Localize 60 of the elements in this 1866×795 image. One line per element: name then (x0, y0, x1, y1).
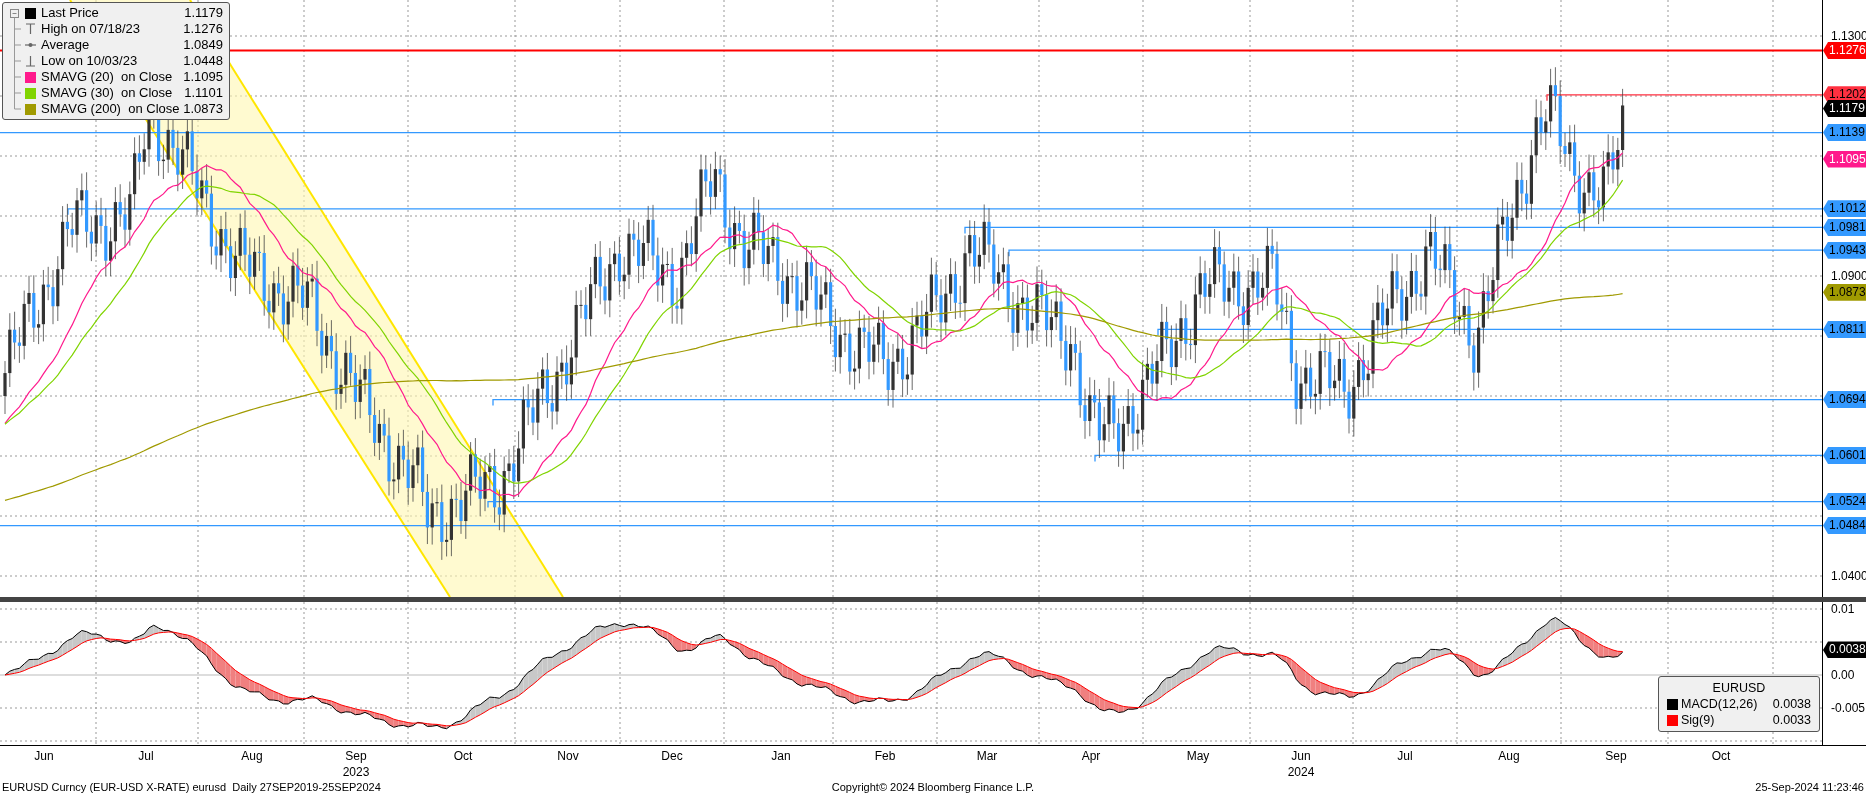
axis-month-label: Aug (241, 749, 263, 763)
axis-month-label: Sep (345, 749, 367, 763)
legend-value: 1.1276 (183, 21, 223, 37)
axis-month-label: Jul (138, 749, 154, 763)
axis-month-label: Sep (1605, 749, 1627, 763)
price-tag: 1.0873 (1823, 283, 1866, 301)
axis-month-label: Dec (661, 749, 683, 763)
security-description: EURUSD Curncy (EUR-USD X-RATE) eurusd Daily 27SEP2019-25SEP2024 (2, 779, 382, 794)
legend-label: Sig(9) (1681, 712, 1715, 728)
legend-label: Average (41, 37, 90, 53)
axis-year-label: 2024 (1287, 765, 1315, 779)
price-tag: 1.1139 (1823, 124, 1866, 142)
axis-month-label: Oct (1711, 749, 1731, 763)
legend-label: SMAVG (20) on Close (41, 69, 173, 85)
price-tag: 1.0981 (1823, 218, 1866, 236)
axis-year-label: 2023 (342, 765, 370, 779)
legend-label: MACD(12,26) (1681, 696, 1758, 712)
timestamp: 25-Sep-2024 11:23:46 (1754, 779, 1864, 794)
legend-label: SMAVG (30) on Close (41, 85, 173, 101)
legend-value: 0.0033 (1772, 712, 1811, 728)
legend-value: 1.0448 (183, 53, 223, 69)
price-tag: 1.0943 (1823, 241, 1866, 259)
legend-value: 1.1095 (183, 69, 223, 85)
legend-label: Last Price (41, 5, 99, 21)
axis-month-label: Aug (1498, 749, 1520, 763)
low-marker-icon (25, 55, 36, 67)
legend-value: 0.0038 (1772, 696, 1811, 712)
axis-tick-label: -0.005 (1831, 701, 1866, 715)
axis-month-label: Oct (453, 749, 473, 763)
price-tag: 0.0038 (1823, 641, 1866, 659)
price-tag: 1.1012 (1823, 200, 1866, 218)
legend-value: 1.1179 (184, 5, 223, 21)
axis-month-label: Apr (1081, 749, 1101, 763)
axis-month-label: Mar (976, 749, 998, 763)
high-marker-icon (25, 23, 36, 35)
axis-month-label: Nov (557, 749, 579, 763)
price-tag: 1.1095 (1823, 150, 1866, 168)
copyright-notice: Copyright© 2024 Bloomberg Finance L.P. (831, 779, 1035, 794)
price-tag: 1.0694 (1823, 391, 1866, 409)
axis-month-label: Jan (771, 749, 791, 763)
price-tag: 1.0524 (1823, 493, 1866, 511)
axis-tick-label: 0.01 (1831, 602, 1855, 616)
legend-label: Low on 10/03/23 (41, 53, 138, 69)
axis-month-label: May (1186, 749, 1210, 763)
axis-tick-label: 0.00 (1831, 668, 1855, 682)
legend-label: High on 07/18/23 (41, 21, 141, 37)
macd-legend-title: EURUSD (1711, 680, 1767, 696)
legend-value: 1.0849 (183, 37, 223, 53)
legend-label: SMAVG (200) on Close (41, 101, 180, 117)
axis-month-label: Feb (874, 749, 896, 763)
legend-value: 1.0873 (183, 101, 223, 117)
price-tag: 1.0484 (1823, 517, 1866, 535)
axis-month-label: Jun (1291, 749, 1311, 763)
price-tag: 1.0601 (1823, 446, 1866, 464)
axis-month-label: Jun (34, 749, 54, 763)
axis-month-label: Jul (1397, 749, 1413, 763)
price-tag: 1.0811 (1823, 320, 1866, 338)
price-tag: 1.1179 (1823, 100, 1866, 118)
price-tag: 1.1276 (1823, 41, 1866, 59)
legend-value: 1.1101 (184, 85, 223, 101)
